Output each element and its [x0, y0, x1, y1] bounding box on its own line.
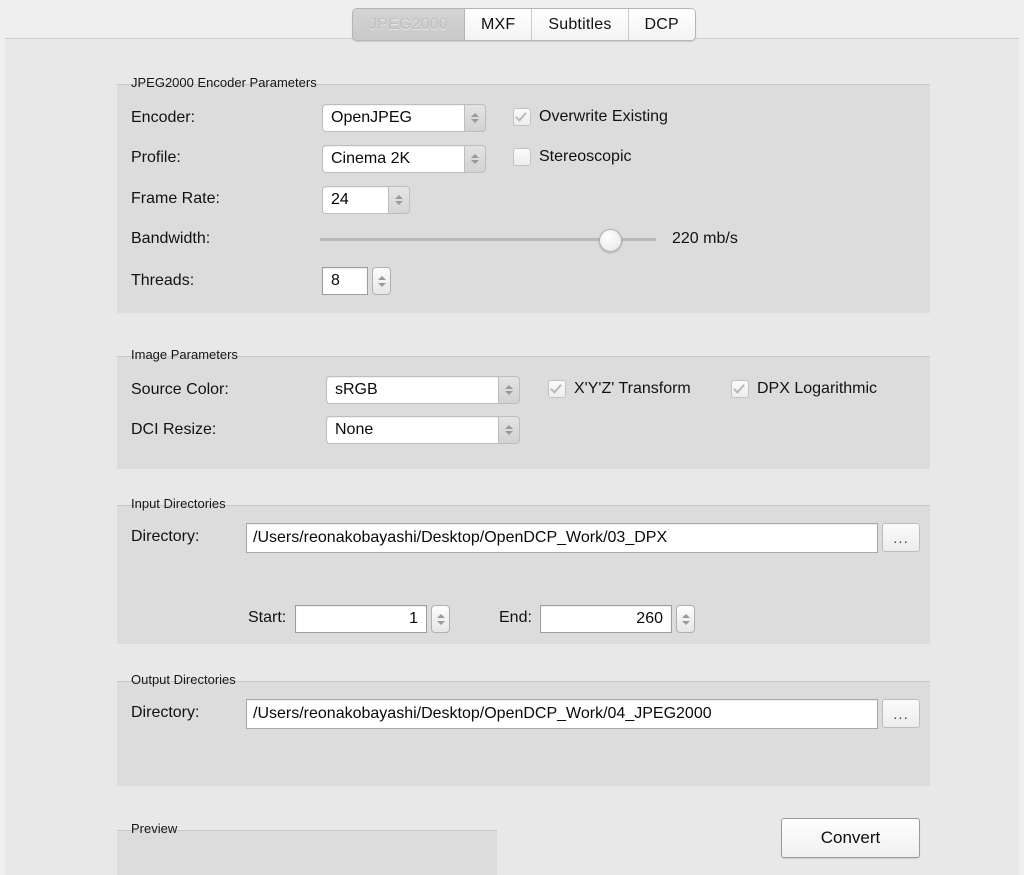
threads-label: Threads:: [131, 272, 195, 289]
start-label: Start:: [248, 609, 287, 626]
profile-combobox-arrows[interactable]: [464, 145, 486, 173]
checkbox-icon: [548, 380, 566, 398]
dci-resize-combobox-arrows[interactable]: [498, 416, 520, 444]
chevron-down-icon: [471, 119, 479, 123]
input-directory-label: Directory:: [131, 528, 200, 545]
convert-button[interactable]: Convert: [781, 818, 920, 858]
checkbox-icon: [513, 108, 531, 126]
input-browse-button[interactable]: ...: [882, 523, 920, 552]
end-frame-stepper-buttons[interactable]: [676, 605, 695, 633]
dpx-logarithmic-label: DPX Logarithmic: [757, 380, 878, 397]
bandwidth-label: Bandwidth:: [131, 230, 211, 247]
dpx-logarithmic-checkbox[interactable]: DPX Logarithmic: [731, 380, 877, 398]
end-label: End:: [499, 609, 532, 626]
input-directory-field[interactable]: /Users/reonakobayashi/Desktop/OpenDCP_Wo…: [246, 523, 878, 553]
source-color-combobox[interactable]: sRGB: [326, 376, 520, 404]
tab-mxf[interactable]: MXF: [464, 9, 533, 40]
source-color-combobox-arrows[interactable]: [498, 376, 520, 404]
tab-jpeg2000[interactable]: JPEG2000: [353, 9, 465, 40]
chevron-up-icon: [377, 275, 386, 280]
source-color-value: sRGB: [326, 376, 498, 404]
source-color-label: Source Color:: [131, 381, 229, 398]
profile-combobox[interactable]: Cinema 2K: [322, 145, 486, 173]
app-window: JPEG2000 MXF Subtitles DCP JPEG2000 Enco…: [0, 0, 1024, 875]
chevron-down-icon: [377, 282, 386, 287]
encoder-combobox-arrows[interactable]: [464, 104, 486, 132]
dci-resize-label: DCI Resize:: [131, 421, 217, 438]
stereoscopic-checkbox[interactable]: Stereoscopic: [513, 148, 632, 166]
encoder-combobox[interactable]: OpenJPEG: [322, 104, 486, 132]
chevron-up-icon: [471, 113, 479, 117]
image-parameters-title: Image Parameters: [131, 347, 238, 362]
frame-rate-value: 24: [322, 186, 388, 214]
threads-value: 8: [322, 267, 368, 295]
checkbox-icon: [731, 380, 749, 398]
overwrite-existing-label: Overwrite Existing: [539, 108, 668, 125]
chevron-down-icon: [471, 160, 479, 164]
chevron-down-icon: [395, 201, 403, 205]
chevron-down-icon: [436, 620, 445, 625]
chevron-up-icon: [395, 195, 403, 199]
tab-bar: JPEG2000 MXF Subtitles DCP: [352, 8, 696, 41]
frame-rate-label: Frame Rate:: [131, 190, 220, 207]
xyz-transform-checkbox[interactable]: X'Y'Z' Transform: [548, 380, 691, 398]
end-frame-value: 260: [540, 605, 672, 633]
bandwidth-slider[interactable]: [320, 229, 656, 252]
output-directory-label: Directory:: [131, 704, 200, 721]
chevron-up-icon: [471, 154, 479, 158]
overwrite-existing-checkbox[interactable]: Overwrite Existing: [513, 108, 668, 126]
encoder-combobox-value: OpenJPEG: [322, 104, 464, 132]
tab-subtitles[interactable]: Subtitles: [532, 9, 629, 40]
output-directories-title: Output Directories: [131, 672, 236, 687]
chevron-down-icon: [681, 620, 690, 625]
chevron-down-icon: [505, 391, 513, 395]
end-frame-stepper[interactable]: 260: [540, 605, 695, 633]
threads-stepper[interactable]: 8: [322, 267, 391, 295]
frame-rate-spinner-arrows[interactable]: [388, 186, 410, 214]
chevron-up-icon: [681, 613, 690, 618]
preview-panel: Preview: [117, 821, 497, 875]
encoder-parameters-title: JPEG2000 Encoder Parameters: [131, 75, 317, 90]
profile-label: Profile:: [131, 149, 181, 166]
output-browse-button[interactable]: ...: [882, 699, 920, 728]
image-parameters-panel: Image Parameters: [117, 347, 930, 469]
profile-combobox-value: Cinema 2K: [322, 145, 464, 173]
start-frame-stepper-buttons[interactable]: [431, 605, 450, 633]
start-frame-value: 1: [295, 605, 427, 633]
xyz-transform-label: X'Y'Z' Transform: [574, 380, 691, 397]
chevron-up-icon: [436, 613, 445, 618]
dci-resize-value: None: [326, 416, 498, 444]
encoder-label: Encoder:: [131, 109, 196, 126]
input-directories-title: Input Directories: [131, 496, 226, 511]
chevron-up-icon: [505, 425, 513, 429]
checkbox-icon: [513, 148, 531, 166]
chevron-up-icon: [505, 385, 513, 389]
chevron-down-icon: [505, 431, 513, 435]
dci-resize-combobox[interactable]: None: [326, 416, 520, 444]
tab-dcp[interactable]: DCP: [628, 9, 695, 40]
bandwidth-value: 220 mb/s: [672, 230, 738, 247]
bandwidth-slider-thumb[interactable]: [599, 229, 622, 252]
stereoscopic-label: Stereoscopic: [539, 148, 632, 165]
output-directory-field[interactable]: /Users/reonakobayashi/Desktop/OpenDCP_Wo…: [246, 699, 878, 729]
start-frame-stepper[interactable]: 1: [295, 605, 450, 633]
threads-stepper-buttons[interactable]: [372, 267, 391, 295]
preview-title: Preview: [131, 821, 178, 836]
output-directories-panel: Output Directories: [117, 672, 930, 786]
frame-rate-spinner[interactable]: 24: [322, 186, 410, 214]
